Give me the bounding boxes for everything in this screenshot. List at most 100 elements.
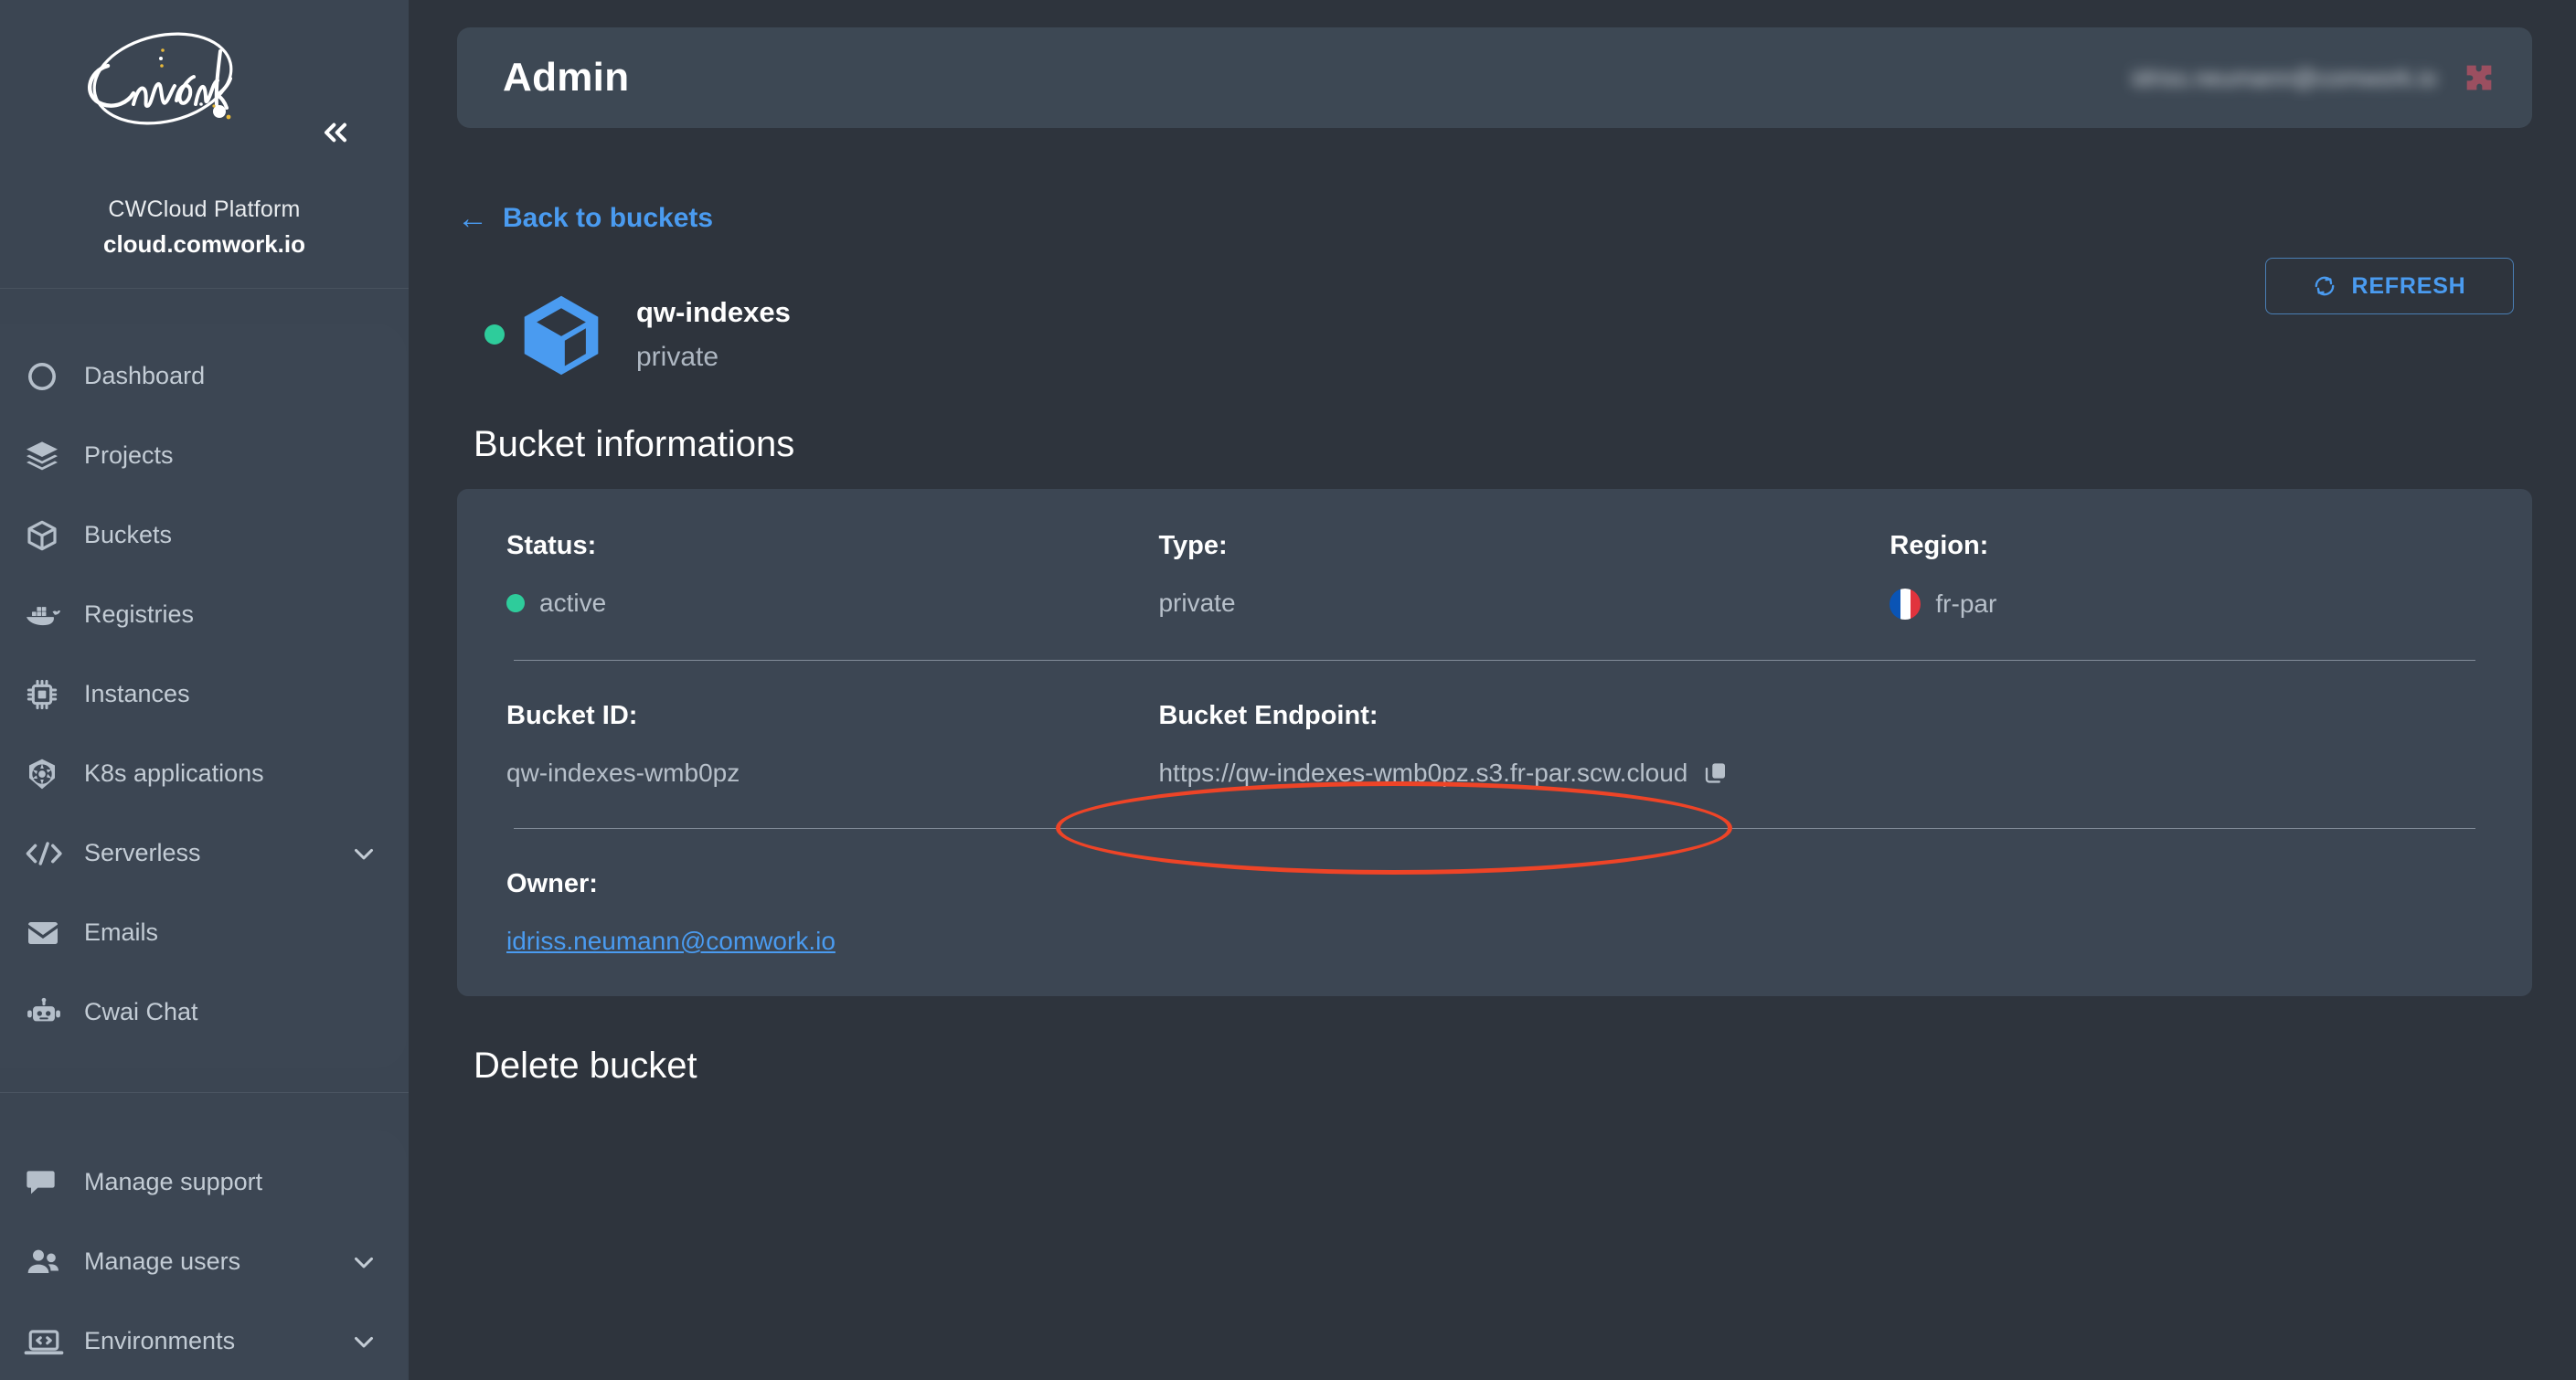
sidebar-item-label: Instances: [84, 680, 190, 707]
kubernetes-helm-icon: [24, 752, 75, 796]
sidebar-divider: [0, 1092, 409, 1093]
header-right-group: idriss.neumann@comwork.io: [2132, 59, 2497, 96]
type-label: Type:: [1158, 531, 1228, 560]
page-title: Admin: [503, 55, 630, 100]
status-dot: [506, 594, 525, 612]
cpu-chip-icon: [24, 673, 75, 717]
field-status: Status: active: [506, 531, 1158, 620]
region-value: fr-par: [1935, 589, 1997, 618]
sidebar-item-label: Serverless: [84, 839, 201, 866]
brand-header: CWCloud Platform cloud.comwork.io: [0, 0, 409, 289]
sidebar: CWCloud Platform cloud.comwork.io Dashbo…: [0, 0, 409, 1380]
sidebar-item-buckets[interactable]: Buckets: [0, 495, 407, 575]
type-value: private: [1158, 589, 1236, 617]
bucket-header: qw-indexes private: [484, 291, 2532, 378]
bucket-identity: qw-indexes private: [636, 296, 791, 373]
arrow-left-icon: ←: [457, 201, 488, 236]
back-to-buckets-link[interactable]: ← Back to buckets: [457, 203, 713, 234]
card-divider-1: [514, 660, 2475, 661]
info-row-bottom: Owner: idriss.neumann@comwork.io: [506, 869, 2483, 956]
main-content: ← Back to buckets REFRESH qw-indexes pri…: [457, 155, 2532, 1380]
info-row-middle: Bucket ID: qw-indexes-wmb0pz Bucket Endp…: [506, 701, 2483, 788]
user-email-label: idriss.neumann@comwork.io: [2131, 63, 2437, 91]
sidebar-item-label: Manage users: [84, 1247, 241, 1275]
robot-icon: [24, 991, 75, 1035]
puzzle-piece-icon[interactable]: [2461, 59, 2497, 96]
sidebar-item-label: Projects: [84, 441, 174, 469]
back-link-label: Back to buckets: [503, 203, 714, 233]
laptop-code-icon: [24, 1320, 75, 1364]
chevron-down-icon[interactable]: [348, 1247, 379, 1278]
sidebar-item-registries[interactable]: Registries: [0, 575, 407, 654]
region-label: Region:: [1889, 531, 1989, 560]
bucket-status-dot: [484, 324, 505, 345]
sidebar-item-label: K8s applications: [84, 759, 264, 787]
chevron-down-icon[interactable]: [348, 838, 379, 869]
field-region: Region: fr-par: [1889, 531, 2483, 620]
box-icon: [24, 514, 75, 557]
sidebar-item-label: Manage support: [84, 1168, 263, 1195]
sidebar-item-label: Dashboard: [84, 362, 206, 389]
code-brackets-icon: [24, 832, 75, 876]
sidebar-item-environments[interactable]: Environments: [0, 1301, 407, 1380]
flag-france-icon: [1889, 589, 1921, 620]
sidebar-item-dashboard[interactable]: Dashboard: [0, 336, 407, 416]
chevrons-left-icon: [325, 122, 346, 143]
sidebar-item-label: Environments: [84, 1327, 236, 1354]
section-title-delete-bucket: Delete bucket: [474, 1046, 697, 1086]
bucket-visibility: private: [636, 342, 719, 372]
sidebar-item-cwai-chat[interactable]: Cwai Chat: [0, 972, 407, 1052]
owner-spacer-2: [1889, 869, 2483, 956]
platform-name: CWCloud Platform: [108, 196, 301, 222]
field-bucket-endpoint: Bucket Endpoint: https://qw-indexes-wmb0…: [1158, 701, 1889, 788]
sidebar-nav-secondary: Manage supportManage usersEnvironmentsKu…: [0, 1130, 407, 1380]
docker-whale-icon: [24, 593, 75, 637]
info-row-top: Status: active Type: private Region: fr-…: [506, 531, 2483, 620]
sidebar-item-label: Registries: [84, 600, 195, 628]
endpoint-value-wrap: https://qw-indexes-wmb0pz.s3.fr-par.scw.…: [1158, 759, 1889, 788]
info-row-middle-spacer: [1889, 701, 2483, 788]
copy-icon[interactable]: [1702, 759, 1730, 787]
bucket-information-card: Status: active Type: private Region: fr-…: [457, 489, 2532, 996]
endpoint-label: Bucket Endpoint:: [1158, 701, 1378, 730]
sidebar-item-label: Buckets: [84, 521, 173, 548]
owner-value-wrap: idriss.neumann@comwork.io: [506, 927, 1158, 956]
sidebar-item-manage-support[interactable]: Manage support: [0, 1142, 407, 1222]
bucket-id-value: qw-indexes-wmb0pz: [506, 759, 740, 787]
sidebar-item-projects[interactable]: Projects: [0, 416, 407, 495]
refresh-button[interactable]: REFRESH: [2265, 258, 2514, 314]
owner-email-link[interactable]: idriss.neumann@comwork.io: [506, 927, 836, 956]
users-icon: [24, 1240, 75, 1284]
platform-domain: cloud.comwork.io: [102, 230, 306, 258]
sidebar-item-serverless[interactable]: Serverless: [0, 813, 407, 893]
status-value-wrap: active: [506, 589, 1158, 618]
top-header-bar: Admin idriss.neumann@comwork.io: [457, 27, 2532, 128]
speech-bubble-icon: [24, 1161, 75, 1205]
sidebar-item-instances[interactable]: Instances: [0, 654, 407, 734]
field-owner: Owner: idriss.neumann@comwork.io: [506, 869, 1158, 956]
sidebar-item-manage-users[interactable]: Manage users: [0, 1222, 407, 1301]
card-divider-2: [514, 828, 2475, 829]
status-label: Status:: [506, 531, 597, 560]
gauge-icon: [24, 355, 75, 398]
sidebar-nav-primary: Dashboard Projects Buckets Registries Instan…: [0, 324, 407, 1068]
section-title-bucket-informations: Bucket informations: [474, 424, 795, 464]
region-value-wrap: fr-par: [1889, 589, 2483, 620]
chevron-down-icon[interactable]: [348, 1326, 379, 1357]
layers-icon: [24, 434, 75, 478]
sidebar-item-k8s-applications[interactable]: K8s applications: [0, 734, 407, 813]
owner-label: Owner:: [506, 869, 598, 898]
sidebar-item-label: Emails: [84, 918, 159, 946]
refresh-icon: [2315, 276, 2335, 296]
sidebar-item-emails[interactable]: Emails: [0, 893, 407, 972]
field-bucket-id: Bucket ID: qw-indexes-wmb0pz: [506, 701, 1158, 788]
bucket-cube-icon: [524, 295, 599, 376]
comwork-logo: [55, 26, 302, 135]
owner-spacer-1: [1158, 869, 1889, 956]
endpoint-value: https://qw-indexes-wmb0pz.s3.fr-par.scw.…: [1158, 759, 1688, 787]
sidebar-collapse-button[interactable]: [311, 108, 360, 157]
bucket-id-label: Bucket ID:: [506, 701, 638, 730]
field-type: Type: private: [1158, 531, 1889, 620]
refresh-label: REFRESH: [2351, 272, 2466, 299]
status-value: active: [539, 589, 607, 617]
